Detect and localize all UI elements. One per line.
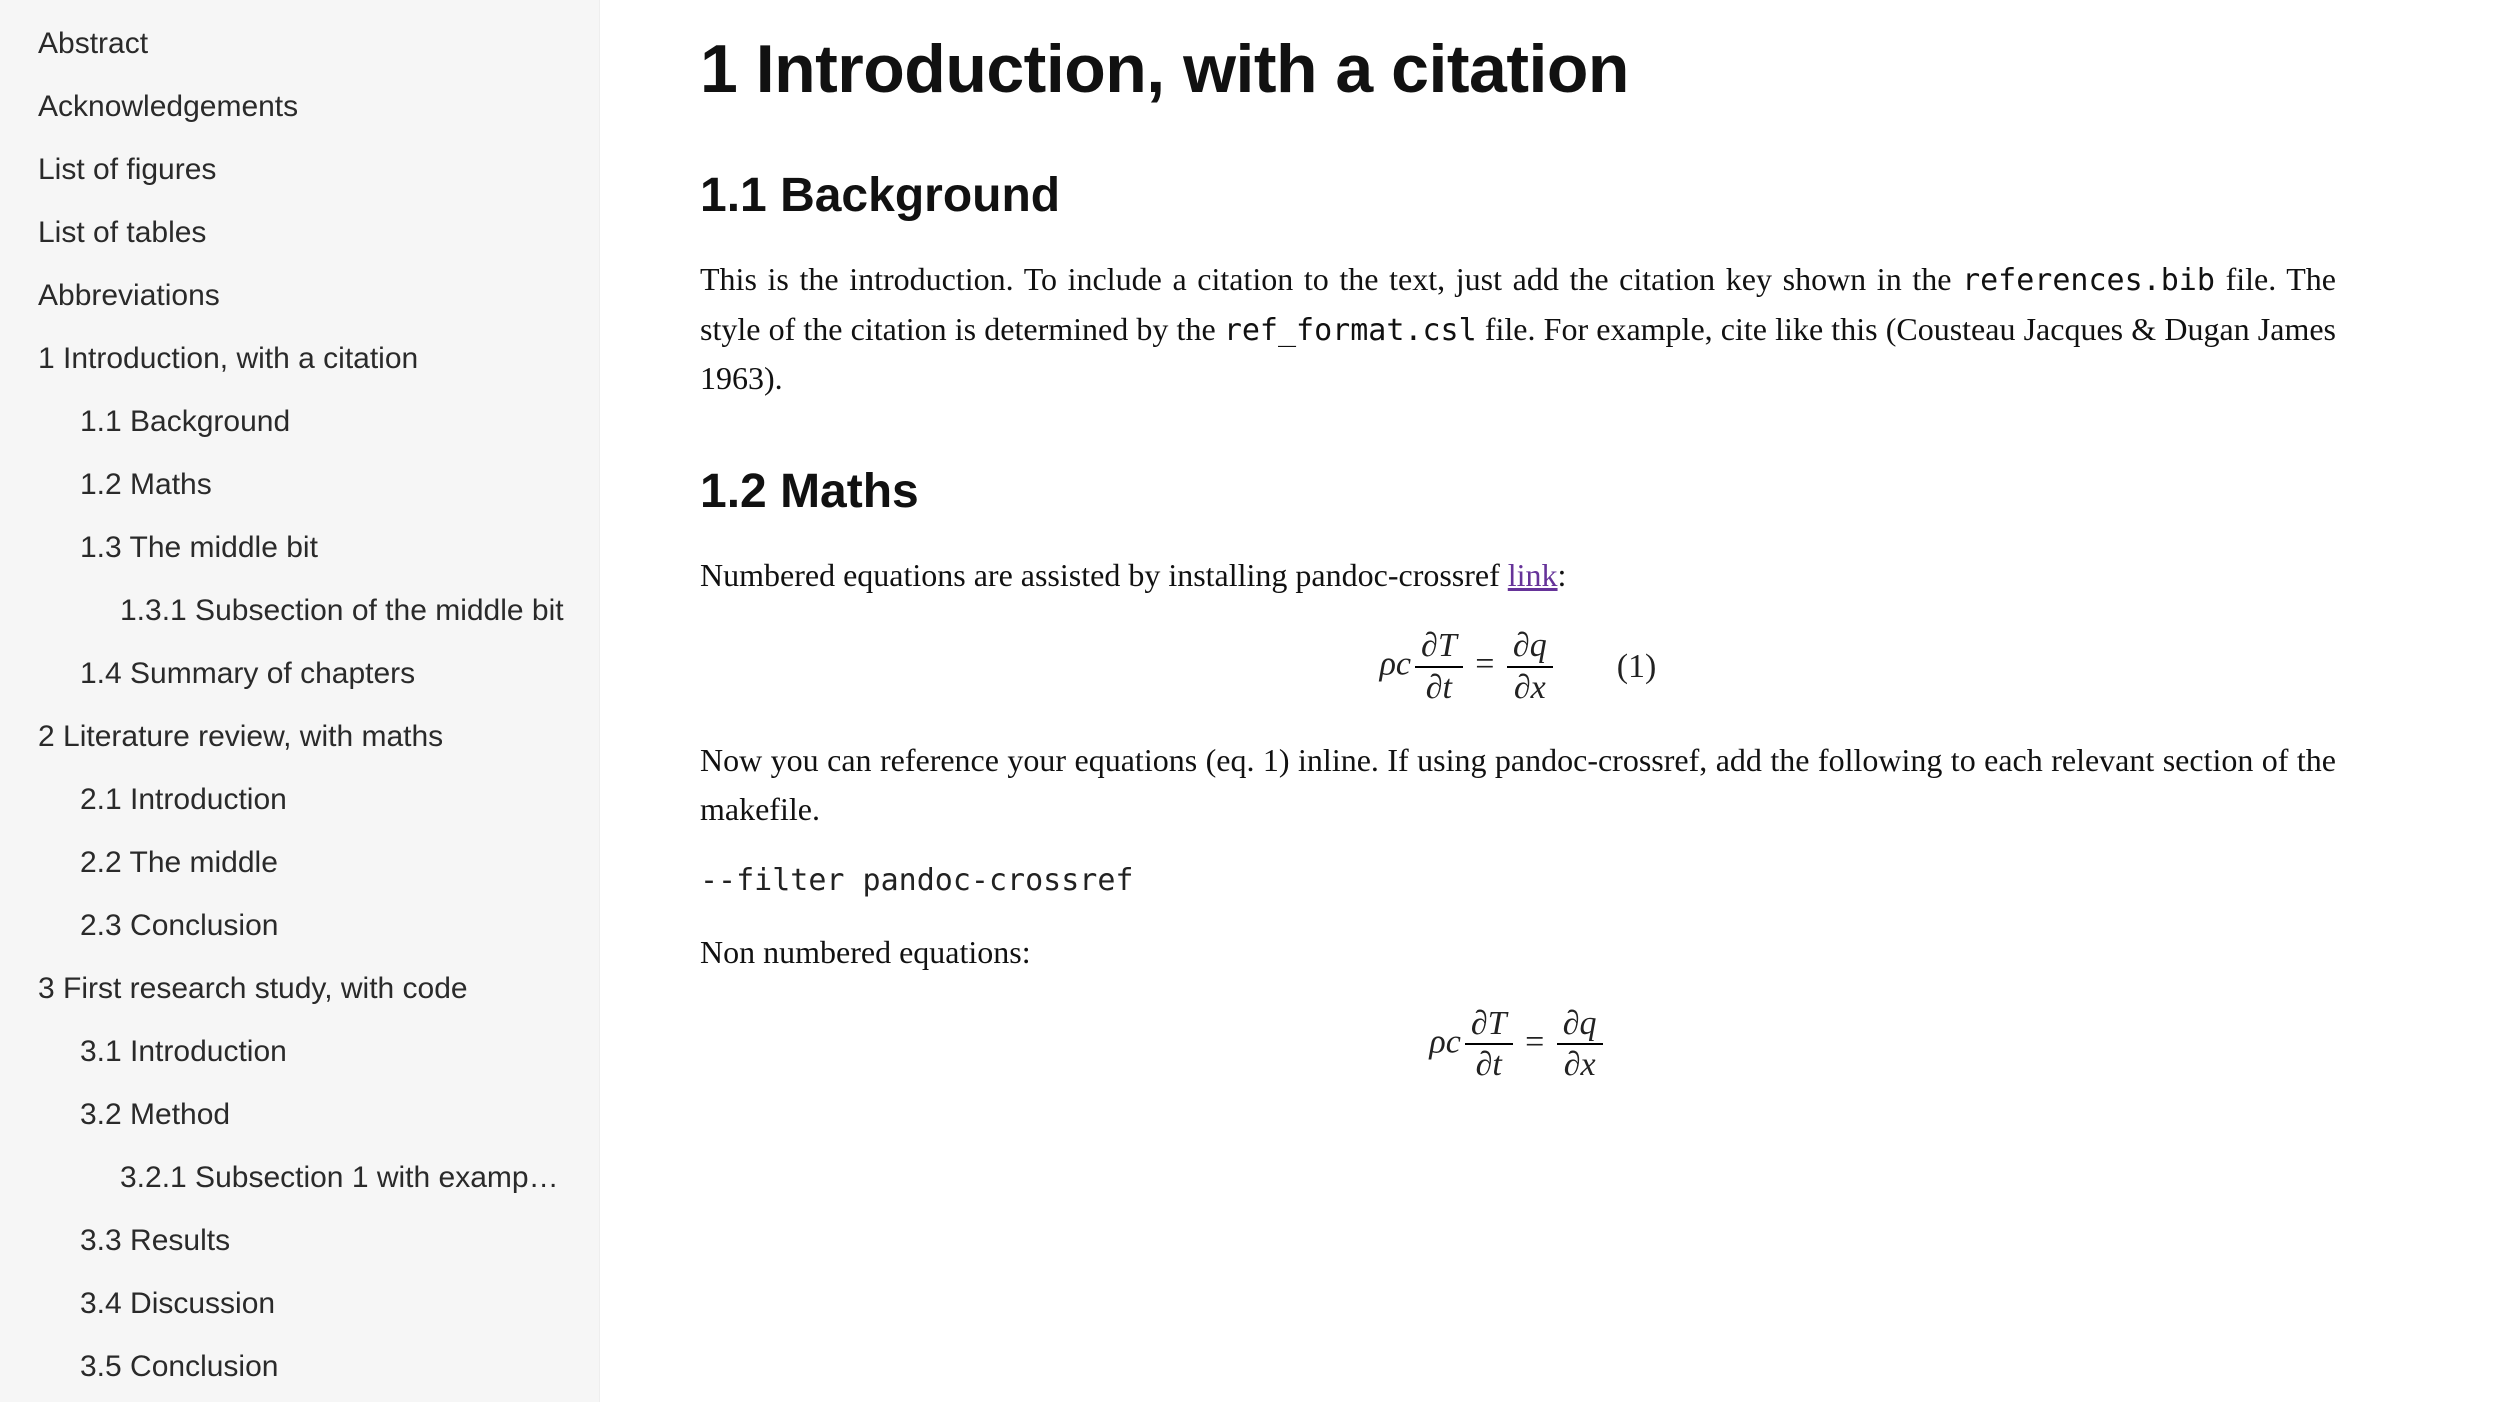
paragraph: This is the introduction. To include a c…	[700, 255, 2336, 404]
toc-item[interactable]: 3.5 Conclusion	[0, 1335, 599, 1398]
toc-item[interactable]: 4 Research containing a figure	[0, 1398, 599, 1402]
equation-unnumbered: ρc∂T∂t = ∂q∂x	[700, 1006, 2336, 1083]
toc-item[interactable]: Abbreviations	[0, 264, 599, 327]
equation-number: (1)	[1617, 648, 1657, 686]
toc-item[interactable]: 2.1 Introduction	[0, 768, 599, 831]
paragraph: Numbered equations are assisted by insta…	[700, 551, 2336, 601]
document-content: 1 Introduction, with a citation 1.1 Back…	[600, 0, 2496, 1402]
toc-item[interactable]: 2 Literature review, with maths	[0, 705, 599, 768]
toc-item[interactable]: 3.4 Discussion	[0, 1272, 599, 1335]
toc-sidebar[interactable]: AbstractAcknowledgementsList of figuresL…	[0, 0, 600, 1402]
crossref-link[interactable]: link	[1508, 557, 1558, 593]
toc-item[interactable]: 3.2 Method	[0, 1083, 599, 1146]
code-inline: ref_format.csl	[1224, 313, 1477, 348]
code-inline: references.bib	[1962, 263, 2215, 298]
text: Numbered equations are assisted by insta…	[700, 557, 1508, 593]
page-title: 1 Introduction, with a citation	[700, 30, 2336, 108]
toc-item[interactable]: 1.1 Background	[0, 390, 599, 453]
text: :	[1558, 557, 1567, 593]
code-block: --filter pandoc-crossref	[700, 863, 2336, 898]
toc-item[interactable]: 1.3.1 Subsection of the middle bit	[0, 579, 599, 642]
toc-item[interactable]: 3.3 Results	[0, 1209, 599, 1272]
toc-item[interactable]: List of tables	[0, 201, 599, 264]
text: This is the introduction. To include a c…	[700, 261, 1962, 297]
equation-numbered: ρc∂T∂t = ∂q∂x (1)	[700, 628, 2336, 705]
toc-item[interactable]: 1 Introduction, with a citation	[0, 327, 599, 390]
toc-item[interactable]: 1.4 Summary of chapters	[0, 642, 599, 705]
toc-item[interactable]: 3.1 Introduction	[0, 1020, 599, 1083]
toc-item[interactable]: 3 First research study, with code	[0, 957, 599, 1020]
toc-item[interactable]: 1.3 The middle bit	[0, 516, 599, 579]
section-title-maths: 1.2 Maths	[700, 464, 2336, 519]
toc-item[interactable]: 2.3 Conclusion	[0, 894, 599, 957]
toc-item[interactable]: 1.2 Maths	[0, 453, 599, 516]
toc-item[interactable]: Abstract	[0, 12, 599, 75]
section-title-background: 1.1 Background	[700, 168, 2336, 223]
toc-item[interactable]: 3.2.1 Subsection 1 with examp…	[0, 1146, 599, 1209]
toc-item[interactable]: Acknowledgements	[0, 75, 599, 138]
paragraph: Non numbered equations:	[700, 928, 2336, 978]
paragraph: Now you can reference your equations (eq…	[700, 736, 2336, 835]
toc-item[interactable]: List of figures	[0, 138, 599, 201]
equation-body: ρc∂T∂t = ∂q∂x	[1429, 1006, 1606, 1083]
equation-body: ρc∂T∂t = ∂q∂x	[1380, 628, 1557, 705]
toc-item[interactable]: 2.2 The middle	[0, 831, 599, 894]
